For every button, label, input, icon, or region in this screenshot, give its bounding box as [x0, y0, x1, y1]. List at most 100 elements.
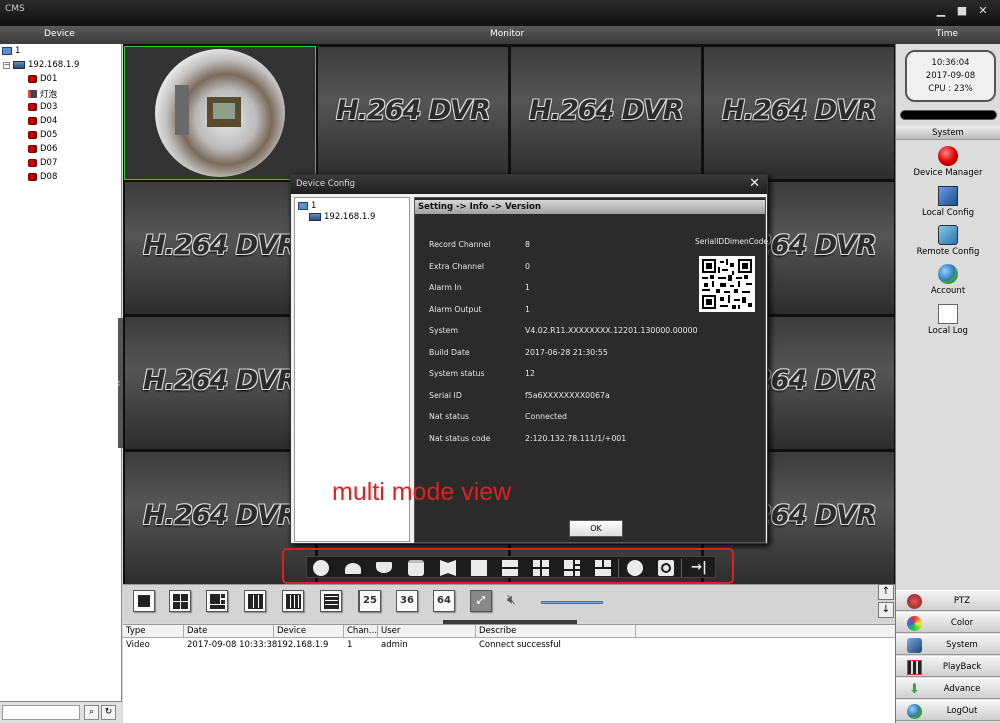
dialog-tree-host[interactable]: 192.168.1.9: [309, 212, 375, 222]
layout-16-button[interactable]: [320, 590, 342, 612]
collapse-icon[interactable]: −: [3, 61, 10, 69]
panel-collapse-handle[interactable]: ‹: [116, 318, 123, 448]
layout-9-button[interactable]: [244, 590, 266, 612]
video-cell[interactable]: H.264 DVR: [703, 46, 895, 180]
video-cell[interactable]: H.264 DVR: [124, 316, 316, 450]
annotation-text: multi mode view: [332, 478, 512, 506]
tree-channel[interactable]: D03: [28, 102, 57, 112]
col-device[interactable]: Device: [274, 625, 344, 638]
qr-label: SerialIDDimenCode: [695, 237, 768, 246]
mode-split-2-icon[interactable]: [502, 560, 518, 576]
account-button[interactable]: Account: [896, 264, 1000, 296]
mode-circle-icon[interactable]: [313, 560, 329, 576]
col-date[interactable]: Date: [184, 625, 274, 638]
col-channel[interactable]: Chan...: [344, 625, 378, 638]
ptz-button[interactable]: PTZ: [896, 590, 1000, 611]
minimize-button[interactable]: ▁: [934, 5, 948, 17]
dvr-placeholder: H.264 DVR: [529, 95, 684, 126]
local-config-button[interactable]: Local Config: [896, 186, 1000, 218]
arrow-up-icon[interactable]: ↑: [878, 584, 894, 600]
volume-slider[interactable]: [541, 601, 603, 604]
remote-config-button[interactable]: Remote Config: [896, 225, 1000, 257]
mode-original-icon[interactable]: [627, 560, 643, 576]
mode-split-6-icon[interactable]: [564, 560, 580, 576]
video-cell-active[interactable]: [124, 46, 316, 180]
local-log-button[interactable]: Local Log: [896, 304, 1000, 336]
speaker-muted-icon: 🔇︎: [507, 592, 516, 608]
field-label: Serial ID: [429, 391, 462, 400]
advance-label: Advance: [943, 684, 981, 694]
dialog-close-icon[interactable]: ✕: [749, 177, 760, 191]
color-label: Color: [950, 618, 974, 628]
advance-button[interactable]: ⬇ Advance: [896, 678, 1000, 699]
search-icon[interactable]: ⌕: [84, 705, 99, 720]
mode-split-4-icon[interactable]: [533, 560, 549, 576]
tree-root-label: 1: [15, 46, 21, 56]
field-label: System: [429, 326, 459, 335]
dialog-tree-root-label: 1: [311, 201, 317, 211]
mode-split-3-icon[interactable]: [595, 560, 611, 576]
layout-13-button[interactable]: [282, 590, 304, 612]
layout-25-button[interactable]: 25: [359, 590, 381, 612]
color-button[interactable]: Color: [896, 612, 1000, 633]
mode-dome-icon[interactable]: [345, 563, 361, 574]
layout-64-button[interactable]: 64: [433, 590, 455, 612]
fullscreen-button[interactable]: ⤢: [470, 590, 492, 612]
channel-label: 灯泡: [40, 90, 58, 100]
tree-channel[interactable]: 灯泡: [28, 88, 57, 100]
tree-channel[interactable]: D06: [28, 144, 57, 154]
qr-code-icon: [702, 259, 752, 309]
tree-channel[interactable]: D04: [28, 116, 57, 126]
close-button[interactable]: ✕: [976, 5, 990, 17]
event-log-table: Type Date Device Chan... User Describe V…: [123, 624, 895, 723]
camera-icon: [28, 173, 37, 181]
system-label: System: [946, 640, 978, 650]
system-icon: [907, 638, 922, 653]
logout-button[interactable]: LogOut: [896, 700, 1000, 721]
layout-4-button[interactable]: [169, 590, 191, 612]
col-describe[interactable]: Describe: [476, 625, 636, 638]
refresh-icon[interactable]: ↻: [101, 705, 116, 720]
dvr-placeholder: H.264 DVR: [143, 230, 298, 261]
serial-qr-code: [699, 256, 755, 312]
camera-icon: [28, 75, 37, 83]
local-config-icon: [938, 186, 958, 206]
col-user[interactable]: User: [378, 625, 476, 638]
log-describe: Connect successful: [479, 640, 561, 650]
mute-button[interactable]: 🔇︎: [507, 592, 529, 612]
mode-panorama-icon[interactable]: [440, 560, 456, 576]
layout-1-button[interactable]: [133, 590, 155, 612]
tree-search-input[interactable]: [2, 705, 80, 720]
field-value: V4.02.R11.XXXXXXXX.12201.130000.00000: [525, 326, 698, 335]
ok-button[interactable]: OK: [569, 520, 623, 537]
tree-channel[interactable]: D01: [28, 74, 57, 84]
arrow-down-icon[interactable]: ↓: [878, 602, 894, 618]
film-icon: [907, 660, 922, 675]
layout-6-button[interactable]: [206, 590, 228, 612]
video-cell[interactable]: H.264 DVR: [317, 46, 509, 180]
color-icon: [907, 616, 922, 631]
separator: [681, 559, 682, 577]
video-cell[interactable]: H.264 DVR: [124, 181, 316, 315]
mode-record-icon[interactable]: [658, 560, 674, 576]
playback-button[interactable]: PlayBack: [896, 656, 1000, 677]
log-user: admin: [381, 640, 408, 650]
layout-36-button[interactable]: 36: [396, 590, 418, 612]
dialog-tree-root[interactable]: 1: [298, 201, 316, 211]
video-cell[interactable]: H.264 DVR: [510, 46, 702, 180]
maximize-button[interactable]: ■: [955, 5, 969, 17]
mode-cylinder-icon[interactable]: [408, 560, 424, 576]
tree-channel[interactable]: D07: [28, 158, 57, 168]
mode-single-icon[interactable]: [471, 560, 487, 576]
col-type[interactable]: Type: [123, 625, 184, 638]
tree-root[interactable]: 1: [2, 46, 20, 56]
tree-channel[interactable]: D05: [28, 130, 57, 140]
exit-mode-icon[interactable]: →|: [691, 560, 707, 576]
system-button[interactable]: System: [896, 634, 1000, 655]
time-header: Time: [936, 29, 959, 39]
mode-bowl-icon[interactable]: [376, 562, 392, 573]
bulb-camera-icon: [28, 90, 37, 98]
tree-host[interactable]: − 192.168.1.9: [3, 60, 79, 70]
device-manager-button[interactable]: Device Manager: [896, 146, 1000, 178]
tree-channel[interactable]: D08: [28, 172, 57, 182]
